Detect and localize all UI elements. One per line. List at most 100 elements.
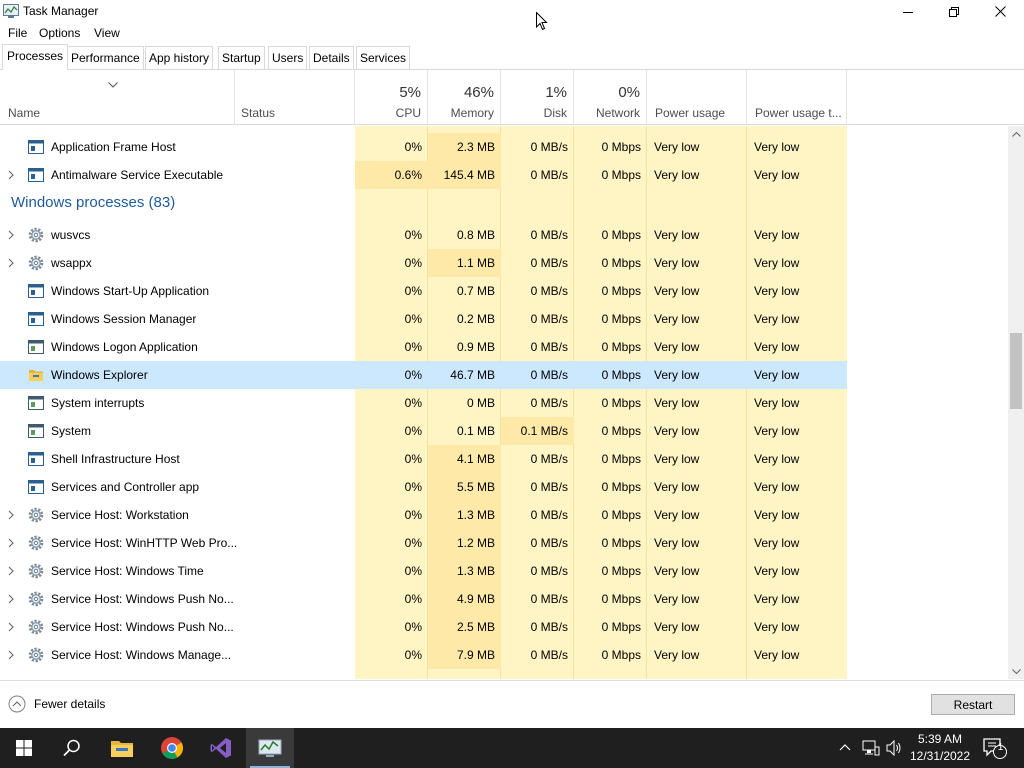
chevron-right-icon[interactable] <box>8 538 14 548</box>
search-button[interactable] <box>48 728 96 768</box>
power-usage-value: Very low <box>654 368 700 382</box>
power-usage-value: Very low <box>654 256 700 270</box>
table-row[interactable]: Service Host: Windows Manage... 0% 7.9 MB 0… <box>0 641 847 669</box>
table-row[interactable]: Windows Explorer 0% 46.7 MB 0 MB/s 0 Mbps Ver… <box>0 361 847 389</box>
memory-value: 1.3 MB <box>428 557 501 585</box>
memory-value: 145.4 MB <box>428 161 501 189</box>
power-usage-value: Very low <box>654 340 700 354</box>
network-icon[interactable] <box>862 740 880 756</box>
table-row[interactable]: Service Host: WinHTTP Web Pro... 0% 1.2 MB… <box>0 529 847 557</box>
start-button[interactable] <box>0 728 48 768</box>
fewer-details-link[interactable]: Fewer details <box>8 695 105 713</box>
chevron-right-icon[interactable] <box>8 622 14 632</box>
header-name[interactable]: Name <box>0 70 235 125</box>
chevron-right-icon[interactable] <box>8 170 14 180</box>
chevron-right-icon[interactable] <box>8 594 14 604</box>
tab-performance[interactable]: Performance <box>67 46 144 69</box>
tab-startup[interactable]: Startup <box>218 46 265 69</box>
menu-file[interactable]: File <box>8 26 27 40</box>
vertical-scrollbar[interactable] <box>1008 126 1024 679</box>
minimize-button[interactable] <box>885 0 931 23</box>
scroll-thumb[interactable] <box>1010 333 1022 409</box>
header-disk[interactable]: 1% Disk <box>501 70 574 125</box>
app-window-icon <box>28 168 44 182</box>
menu-options[interactable]: Options <box>39 26 80 40</box>
disk-value: 0 MB/s <box>530 508 568 522</box>
cpu-value: 0% <box>404 340 422 354</box>
taskbar-task-manager[interactable] <box>246 728 294 768</box>
table-row[interactable]: Service Host: Windows Time 0% 1.3 MB 0 MB/s… <box>0 557 847 585</box>
table-row[interactable]: Application Frame Host 0% 2.3 MB 0 MB/s 0 Mb… <box>0 133 847 161</box>
chevron-down-icon <box>1011 668 1021 674</box>
process-name: Windows Logon Application <box>51 340 198 354</box>
menu-view[interactable]: View <box>94 26 120 40</box>
chevron-right-icon[interactable] <box>8 566 14 576</box>
chevron-right-icon[interactable] <box>8 510 14 520</box>
group-header-windows-processes[interactable]: Windows processes (83) <box>0 189 847 221</box>
windows-logo-icon <box>16 740 32 756</box>
power-trend-value: Very low <box>754 592 800 606</box>
speaker-icon[interactable] <box>886 740 902 756</box>
disk-value: 0 MB/s <box>530 536 568 550</box>
cpu-value: 0% <box>404 564 422 578</box>
tab-details[interactable]: Details <box>309 46 354 69</box>
chevron-right-icon[interactable] <box>8 650 14 660</box>
close-button[interactable] <box>977 0 1023 23</box>
gear-icon <box>28 619 44 635</box>
network-value: 0 Mbps <box>601 508 641 522</box>
search-icon <box>63 739 80 757</box>
table-row[interactable]: Windows Logon Application 0% 0.9 MB 0 MB/s 0… <box>0 333 847 361</box>
taskbar-chrome[interactable] <box>148 728 196 768</box>
restore-button[interactable] <box>931 0 977 23</box>
table-row[interactable]: System interrupts 0% 0 MB 0 MB/s 0 Mbps Very … <box>0 389 847 417</box>
chevron-right-icon[interactable] <box>8 230 14 240</box>
tab-app-history[interactable]: App history <box>145 46 214 69</box>
title-bar[interactable]: Task Manager <box>0 0 1024 31</box>
close-icon <box>994 6 1006 17</box>
taskbar-clock[interactable]: 5:39 AM 12/31/2022 <box>905 731 975 765</box>
power-usage-value: Very low <box>654 424 700 438</box>
process-name: wusvcs <box>51 228 91 242</box>
header-power-usage-trend[interactable]: Power usage t... <box>747 70 847 125</box>
power-usage-value: Very low <box>654 536 700 550</box>
table-row[interactable]: Service Host: Workstation 0% 1.3 MB 0 MB/s 0… <box>0 501 847 529</box>
app-window-icon <box>28 452 44 466</box>
chevron-up-icon[interactable] <box>839 743 851 751</box>
tab-users[interactable]: Users <box>268 46 308 69</box>
header-status[interactable]: Status <box>235 70 355 125</box>
network-value: 0 Mbps <box>601 140 641 154</box>
header-power-usage[interactable]: Power usage <box>647 70 747 125</box>
scroll-up-button[interactable] <box>1008 126 1024 142</box>
table-row[interactable]: Windows Start-Up Application 0% 0.7 MB 0 MB… <box>0 277 847 305</box>
header-network[interactable]: 0% Network <box>574 70 647 125</box>
disk-value: 0 MB/s <box>530 396 568 410</box>
process-name: Windows Explorer <box>51 368 148 382</box>
process-name: Services and Controller app <box>51 480 200 494</box>
taskbar-file-explorer[interactable] <box>98 728 146 768</box>
tab-services[interactable]: Services <box>356 46 411 69</box>
memory-value: 1.1 MB <box>428 249 501 277</box>
network-value: 0 Mbps <box>601 284 641 298</box>
taskbar-visual-studio[interactable] <box>197 728 245 768</box>
chevron-right-icon[interactable] <box>8 258 14 268</box>
table-row[interactable]: Shell Infrastructure Host 0% 4.1 MB 0 MB/s 0… <box>0 445 847 473</box>
table-row[interactable]: wsappx 0% 1.1 MB 0 MB/s 0 Mbps Very low Very l… <box>0 249 847 277</box>
restart-button[interactable]: Restart <box>931 694 1015 715</box>
power-trend-value: Very low <box>754 648 800 662</box>
table-row[interactable]: Service Host: Windows Push No... 0% 4.9 MB… <box>0 585 847 613</box>
table-row[interactable]: Services and Controller app 0% 5.5 MB 0 MB/… <box>0 473 847 501</box>
table-row[interactable]: Antimalware Service Executable 0.6% 145.4 … <box>0 161 847 189</box>
disk-value: 0 MB/s <box>530 340 568 354</box>
table-row[interactable]: Windows Session Manager 0% 0.2 MB 0 MB/s 0 M… <box>0 305 847 333</box>
tab-processes[interactable]: Processes <box>2 44 69 70</box>
disk-value: 0 MB/s <box>530 168 568 182</box>
table-row[interactable]: System 0% 0.1 MB 0.1 MB/s 0 Mbps Very low Very… <box>0 417 847 445</box>
table-row[interactable]: wusvcs 0% 0.8 MB 0 MB/s 0 Mbps Very low Very l… <box>0 221 847 249</box>
notification-center-button[interactable]: 1 <box>980 736 1008 763</box>
header-memory[interactable]: 46% Memory <box>428 70 501 125</box>
header-cpu[interactable]: 5% CPU <box>355 70 428 125</box>
process-name: Windows Session Manager <box>51 312 197 326</box>
table-row[interactable]: Service Host: Windows Push No... 0% 2.5 MB… <box>0 613 847 641</box>
scroll-down-button[interactable] <box>1008 663 1024 679</box>
power-usage-value: Very low <box>654 592 700 606</box>
